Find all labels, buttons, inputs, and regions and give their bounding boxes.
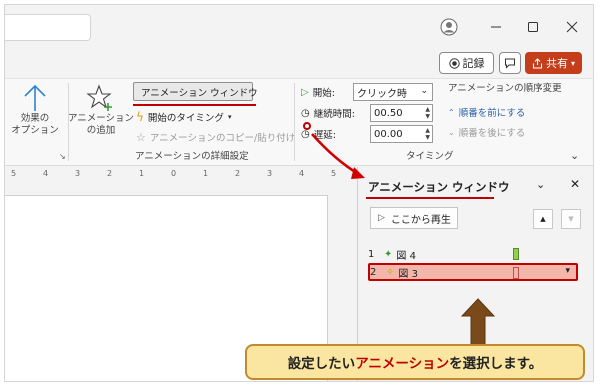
callout-text-after: を選択します。 bbox=[449, 356, 543, 372]
callout-text-before: 設定したい bbox=[287, 356, 356, 372]
powerpoint-window: 記録 共有 ▾ 効果の オプション アニメーション の追加 アニメーション ウィ… bbox=[4, 4, 594, 382]
instruction-callout: 設定したい アニメーション を選択します。 bbox=[245, 344, 585, 380]
callout-arrow-icon bbox=[461, 298, 495, 346]
pointer-arrow bbox=[311, 133, 365, 179]
callout-text-highlight: アニメーション bbox=[355, 356, 450, 372]
